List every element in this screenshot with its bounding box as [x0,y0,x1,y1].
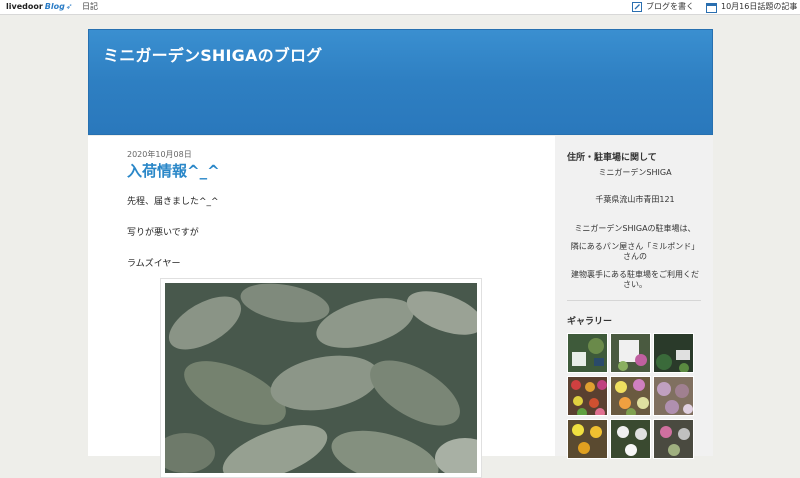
sidebar-heading-address: 住所・駐車場に関して [567,153,657,163]
gallery-heading: ギャラリー [567,317,613,327]
logo-text: livedoor [6,2,43,11]
lambs-ear-photo[interactable] [165,283,477,473]
write-blog-label: ブログを書く [646,2,694,11]
parking-text: さい。 [623,280,647,289]
shop-address: 千葉県流山市青田121 [595,195,675,204]
parking-text: ミニガーデンSHIGAの駐車場は、 [574,224,696,233]
shop-name: ミニガーデンSHIGA [598,168,672,177]
post-paragraph: 写りが悪いですが [127,228,199,238]
parking-text: さんの [623,252,647,261]
bird-icon: ➶ [65,2,73,11]
top-bar: livedoor Blog➶ 日記 ブログを書く 10月16日話題の記事 [0,0,800,15]
gallery-thumbnail[interactable] [610,333,651,373]
gallery-thumbnail[interactable] [610,376,651,416]
gallery-thumbnail[interactable] [610,419,651,459]
nav-diary-link[interactable]: 日記 [82,0,98,14]
gallery-thumbnail[interactable] [653,419,694,459]
pencil-icon [632,2,642,12]
post-paragraph: ラムズイヤー [127,259,181,269]
logo-blog-text: Blog [44,2,65,11]
post-paragraph: 先程、届きました^_^ [127,197,219,207]
write-blog-link[interactable]: ブログを書く [632,0,694,14]
post-title[interactable]: 入荷情報^_^ [127,160,220,181]
site-title[interactable]: ミニガーデンSHIGAのブログ [103,42,322,66]
sidebar-divider [567,300,701,301]
gallery-thumbnail[interactable] [567,419,608,459]
gallery-thumbnail[interactable] [653,333,694,373]
calendar-icon [706,2,717,13]
post-photo-frame [160,278,482,478]
gallery-thumbnail[interactable] [567,333,608,373]
gallery-thumbnail[interactable] [567,376,608,416]
trending-articles-label: 10月16日話題の記事 [721,2,798,11]
gallery-thumbnail[interactable] [653,376,694,416]
post-date: 2020年10月08日 [127,150,192,159]
main-content: 2020年10月08日 入荷情報^_^ 先程、届きました^_^ 写りが悪いですが… [88,136,555,478]
trending-articles-link[interactable]: 10月16日話題の記事 [706,0,797,14]
sidebar: 住所・駐車場に関して ミニガーデンSHIGA 千葉県流山市青田121 ミニガーデ… [555,136,713,459]
livedoor-blog-logo[interactable]: livedoor Blog➶ [6,0,73,14]
blog-header: ミニガーデンSHIGAのブログ [88,29,713,135]
